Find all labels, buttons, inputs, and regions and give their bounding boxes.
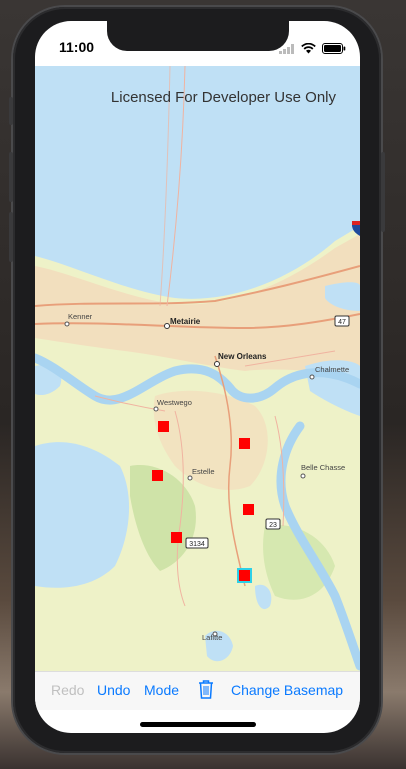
place-label-lafitte: Lafitte <box>202 633 222 642</box>
point-marker-4[interactable] <box>243 504 254 515</box>
status-icons <box>279 41 346 59</box>
point-marker-2[interactable] <box>239 438 250 449</box>
point-marker-6-selected[interactable] <box>239 570 250 581</box>
route-shield-3134-label: 3134 <box>189 541 205 548</box>
volume-up-button <box>9 152 13 202</box>
redo-button[interactable]: Redo <box>51 682 84 698</box>
wifi-icon <box>301 41 316 59</box>
phone-screen: 11:00 47 23 3134 Metairie Kenner New Orl… <box>35 21 360 733</box>
route-shield-23-label: 23 <box>269 522 277 529</box>
side-button <box>9 97 13 125</box>
battery-icon <box>322 41 346 59</box>
place-label-new-orleans: New Orleans <box>218 352 267 361</box>
basemap-graphic: 47 23 3134 Metairie Kenner New Orleans C… <box>35 66 360 671</box>
place-label-metairie: Metairie <box>170 317 201 326</box>
point-marker-5[interactable] <box>171 532 182 543</box>
route-shield-47-label: 47 <box>338 319 346 326</box>
place-label-chalmette: Chalmette <box>315 365 349 374</box>
point-marker-3[interactable] <box>152 470 163 481</box>
home-indicator <box>140 722 256 727</box>
cellular-signal-icon <box>279 41 295 59</box>
status-time: 11:00 <box>59 39 95 55</box>
license-attribution: Licensed For Developer Use Only <box>110 89 336 106</box>
place-label-estelle: Estelle <box>192 467 215 476</box>
point-marker-1[interactable] <box>158 421 169 432</box>
place-label-kenner: Kenner <box>68 312 93 321</box>
undo-button[interactable]: Undo <box>97 682 130 698</box>
change-basemap-button[interactable]: Change Basemap <box>231 682 343 698</box>
mode-button[interactable]: Mode <box>144 682 179 698</box>
volume-down-button <box>9 212 13 262</box>
place-label-belle-chasse: Belle Chasse <box>301 463 345 472</box>
trash-icon[interactable] <box>197 679 215 702</box>
bottom-toolbar: Redo Undo Mode Change Basemap <box>35 671 360 710</box>
power-button <box>381 152 385 232</box>
map-view[interactable]: 47 23 3134 Metairie Kenner New Orleans C… <box>35 66 360 671</box>
notch <box>107 21 289 51</box>
place-label-westwego: Westwego <box>157 398 192 407</box>
